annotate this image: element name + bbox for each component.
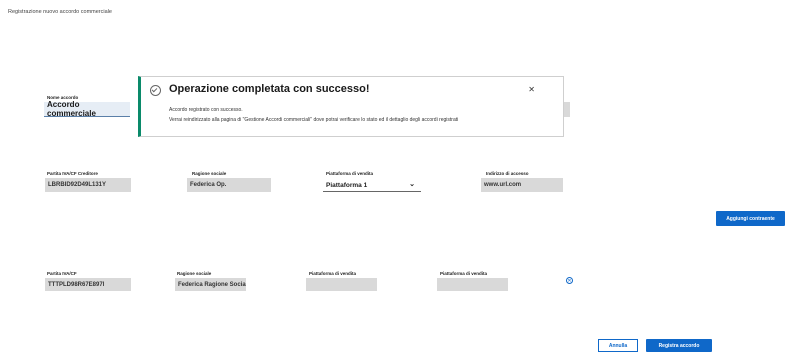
toast-detail: Verrai reindirizzato alla pagina di "Ges… [169, 117, 459, 123]
toast-message: Accordo registrato con successo. [169, 107, 243, 113]
piva-contraente-label: Partita IVA/CF [47, 271, 77, 276]
piattaforma-selected: Piattaforma 1 [326, 181, 368, 189]
piattaforma-select[interactable]: Piattaforma 1 ⌄ [323, 179, 421, 192]
piattaforma1-field[interactable] [306, 278, 377, 291]
cancel-button[interactable]: Annulla [598, 339, 638, 352]
nome-accordo-field[interactable]: Accordo commerciale [44, 100, 130, 118]
piattaforma-label: Piattaforma di vendita [326, 171, 374, 176]
piattaforma2-field[interactable] [437, 278, 508, 291]
indirizzo-label: Indirizzo di accesso [486, 171, 529, 176]
check-circle-icon [150, 85, 161, 96]
ragione-sociale-contraente-label: Ragione sociale [177, 271, 212, 276]
add-contraente-button[interactable]: Aggiungi contraente [716, 211, 785, 226]
ragione-sociale-label: Ragione sociale [192, 171, 227, 176]
register-button[interactable]: Registra accordo [646, 339, 712, 352]
chevron-down-icon: ⌄ [409, 181, 415, 188]
ragione-sociale-contraente-field[interactable]: Federica Ragione Sociale [175, 278, 246, 291]
success-toast: Operazione completata con successo! ✕ Ac… [138, 76, 564, 137]
piva-creditore-field[interactable]: LBRBID92D49L131Y [45, 178, 131, 192]
close-icon[interactable]: ✕ [528, 85, 535, 94]
page-title: Registrazione nuovo accordo commerciale [8, 9, 112, 15]
piattaforma1-label: Piattaforma di vendita [309, 271, 357, 276]
piva-creditore-label: Partita IVA/CF Creditore [47, 171, 98, 176]
remove-contraente-icon[interactable]: ✕ [566, 277, 573, 284]
piva-contraente-field[interactable]: TTTPLD98R67E897I [45, 278, 131, 291]
piattaforma2-label: Piattaforma di vendita [440, 271, 488, 276]
ragione-sociale-field[interactable]: Federica Op. [187, 178, 271, 192]
toast-title: Operazione completata con successo! [169, 83, 370, 95]
indirizzo-field[interactable]: www.url.com [481, 178, 563, 192]
